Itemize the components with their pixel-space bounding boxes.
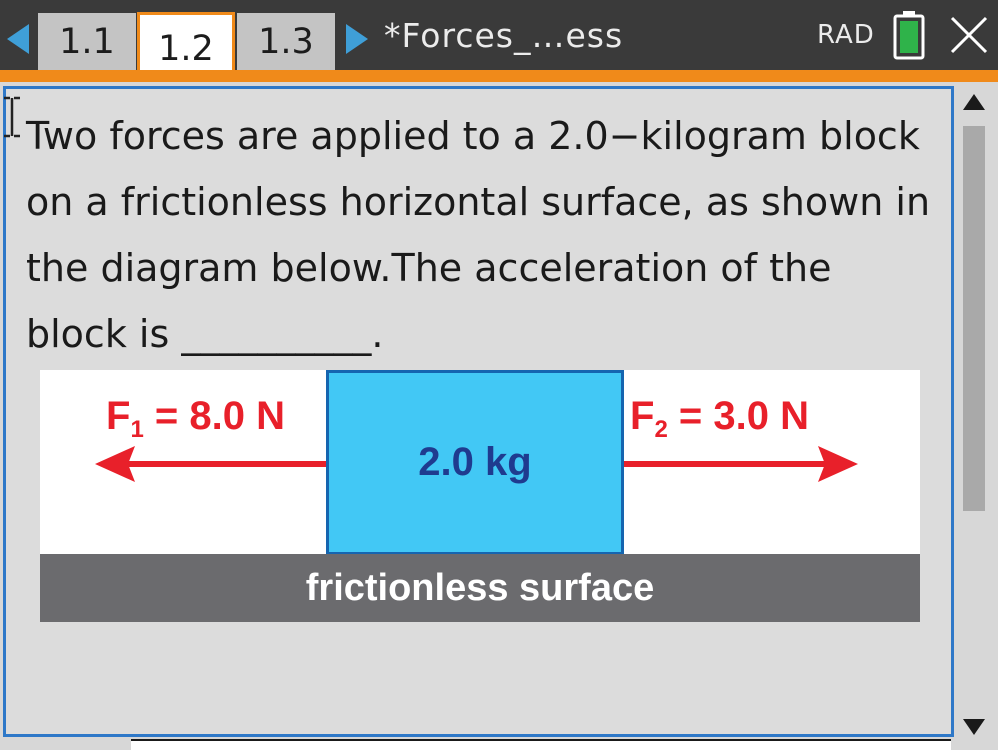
entry-line [131,739,951,750]
scroll-up-icon[interactable] [963,94,985,110]
previous-page-icon[interactable] [7,24,29,54]
tab-label: 1.2 [158,28,214,69]
title-bar: 1.1 1.2 1.3 *Forces_…ess RAD [0,0,998,82]
surface-label: frictionless surface [305,566,655,609]
close-icon[interactable] [947,13,991,57]
tab-label: 1.3 [258,21,314,62]
text-cursor-icon [4,96,20,138]
block-label: 2.0 kg [418,440,532,484]
scrollbar-thumb[interactable] [963,126,985,511]
angle-mode-indicator: RAD [817,20,875,50]
force-diagram: F1 = 8.0 N F2 = 3.0 N 2.0 kg frictionles… [40,370,920,622]
force-1-label: F1 = 8.0 N [106,394,285,443]
surface-bar: frictionless surface [40,554,920,622]
next-page-icon[interactable] [346,24,368,54]
notes-page[interactable]: Two forces are applied to a 2.0−kilogram… [3,86,954,737]
force-2-label: F2 = 3.0 N [630,394,809,443]
tab-underline [0,70,998,82]
tab-1-3[interactable]: 1.3 [237,13,335,70]
battery-icon [893,11,925,60]
tab-1-1[interactable]: 1.1 [38,13,136,70]
question-text[interactable]: Two forces are applied to a 2.0−kilogram… [26,103,931,367]
document-title[interactable]: *Forces_…ess [384,16,623,55]
tab-label: 1.1 [59,21,115,62]
scroll-down-icon[interactable] [963,719,985,735]
mass-block: 2.0 kg [326,370,624,555]
